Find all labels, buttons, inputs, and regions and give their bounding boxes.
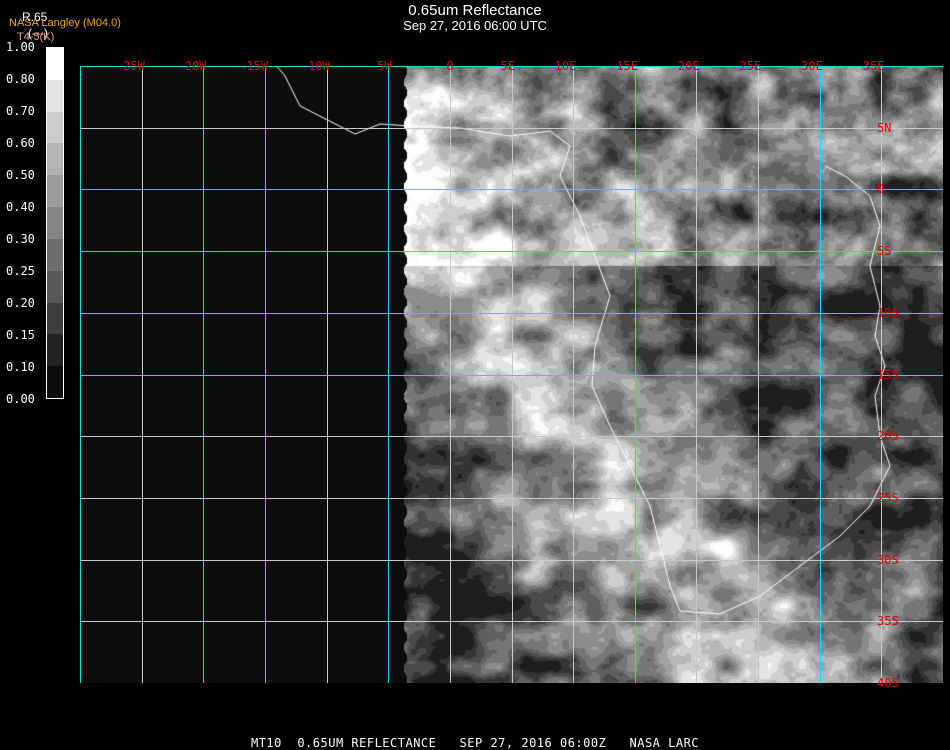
colorbar-swatch [47, 79, 63, 112]
longitude-label: 5E [500, 59, 515, 73]
latitude-label: 15S [877, 367, 899, 382]
latitude-label: 10S [877, 305, 899, 320]
latitude-label: 25S [877, 490, 899, 505]
source-label: NASA Langley (M04.0) [9, 17, 121, 29]
colorbar-swatch [47, 238, 63, 271]
colorbar-label: 0.00 [6, 392, 35, 406]
longitude-label: 35E [862, 59, 885, 73]
latitude-label: 0 [877, 182, 885, 197]
colorbar-label: 0.50 [6, 168, 35, 182]
colorbar-swatch [47, 175, 63, 208]
colorbar-swatch [47, 302, 63, 335]
satellite-map [80, 66, 943, 683]
colorbar-swatch [47, 366, 63, 398]
image-datetime: Sep 27, 2016 06:00 UTC [403, 18, 547, 33]
longitude-label: 20W [184, 59, 207, 73]
colorbar-label: 0.60 [6, 136, 35, 150]
latitude-label: 5S [877, 244, 892, 259]
colorbar [46, 47, 64, 399]
colorbar-swatch [47, 270, 63, 303]
colorbar-swatch [47, 48, 63, 80]
footer-caption: MT10 0.65UM REFLECTANCE SEP 27, 2016 06:… [250, 736, 700, 750]
colorbar-label: 0.80 [6, 72, 35, 86]
longitude-label: 30E [801, 59, 823, 73]
longitude-label: 15E [616, 59, 638, 73]
colorbar-label: 1.00 [6, 40, 35, 54]
colorbar-label: 0.20 [6, 296, 35, 310]
longitude-label: 10W [308, 59, 330, 73]
colorbar-label: 0.15 [6, 328, 35, 342]
latitude-label: 30S [877, 552, 899, 567]
colorbar-label: 0.40 [6, 200, 35, 214]
colorbar-swatch [47, 143, 63, 176]
colorbar-swatch [47, 334, 63, 367]
longitude-label: 20E [677, 59, 700, 73]
image-title: 0.65um Reflectance [408, 2, 542, 19]
latitude-label: 40S [877, 676, 899, 690]
longitude-label: 15W [246, 59, 269, 73]
colorbar-swatch [47, 207, 63, 239]
colorbar-swatch [47, 111, 63, 144]
longitude-label: 10E [554, 59, 577, 73]
colorbar-label: 0.25 [6, 264, 35, 278]
longitude-label: 25W [123, 59, 145, 73]
longitude-label: 5W [377, 59, 392, 73]
latitude-label: 35S [877, 614, 899, 629]
latitude-label: 5N [877, 120, 892, 135]
colorbar-label: 0.30 [6, 232, 35, 246]
lat-lon-grid [80, 66, 943, 683]
colorbar-label: 0.70 [6, 104, 35, 118]
longitude-label: 0 [446, 59, 454, 73]
longitude-label: 25E [739, 59, 762, 73]
latitude-label: 20S [877, 429, 899, 444]
colorbar-label: 0.10 [6, 360, 35, 374]
